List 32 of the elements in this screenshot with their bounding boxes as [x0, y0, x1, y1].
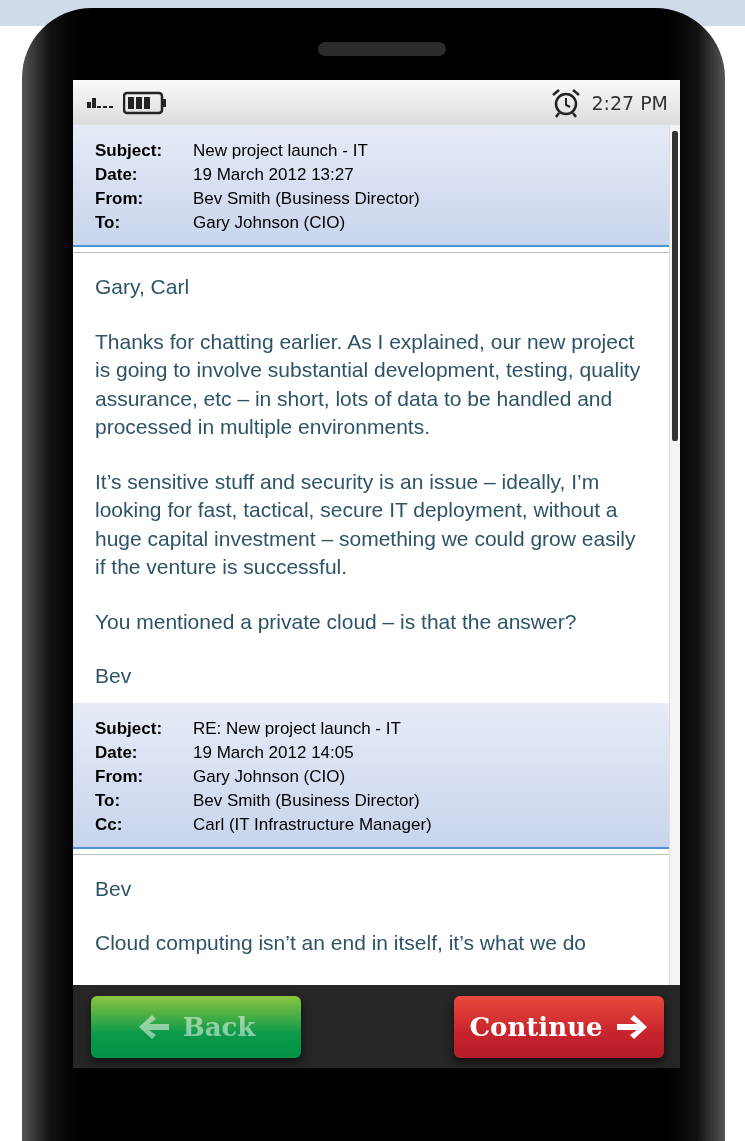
field-label: To:: [95, 212, 122, 234]
scrollbar-thumb[interactable]: [672, 131, 678, 441]
field-value: Bev Smith (Business Director): [193, 188, 421, 210]
field-label: Date:: [95, 164, 139, 186]
field-value: Gary Johnson (CIO): [193, 765, 347, 788]
email-paragraph: Thanks for chatting earlier. As I explained, our new project is going to involve substantial development, testing, quality assurance, etc – in short, lots of data to be handled and processed in multiple environments.: [95, 328, 642, 440]
field-value: 19 March 2012 14:05: [193, 741, 355, 764]
field-label: Subject:: [95, 717, 164, 740]
status-time: 2:27 PM: [591, 91, 668, 114]
field-value: Carl (IT Infrastructure Manager): [193, 813, 433, 836]
field-label: To:: [95, 789, 122, 812]
email-paragraph: Gary, Carl: [95, 274, 191, 300]
alarm-clock-icon: [551, 87, 582, 118]
signal-icon: [87, 97, 113, 108]
field-value: Gary Johnson (CIO): [193, 212, 347, 234]
field-value: New project launch - IT: [193, 140, 369, 162]
battery-icon: [123, 90, 167, 115]
email-paragraph: Bev: [95, 663, 133, 689]
field-label: Date:: [95, 741, 139, 764]
email-paragraph: You mentioned a private cloud – is that the answer?: [95, 608, 578, 635]
email-paragraph: Cloud computing isn’t an end in itself, it’s what we do: [95, 930, 588, 956]
field-value: Bev Smith (Business Director): [193, 789, 421, 812]
field-label: From:: [95, 765, 145, 788]
field-label: Cc:: [95, 813, 124, 836]
field-label: Subject:: [95, 140, 164, 162]
field-value: RE: New project launch - IT: [193, 717, 402, 740]
email-paragraph: Bev: [95, 875, 133, 902]
field-label: From:: [95, 188, 145, 210]
arrow-right-icon: [614, 1012, 649, 1041]
continue-button[interactable]: Continue: [454, 995, 664, 1058]
email-paragraph: It’s sensitive stuff and security is an issue – ideally, I’m looking for fast, tactical, secure IT deployment, without a huge capital investment – something we could grow easily if the venture is successful.: [95, 468, 637, 580]
field-value: 19 March 2012 13:27: [193, 164, 355, 186]
